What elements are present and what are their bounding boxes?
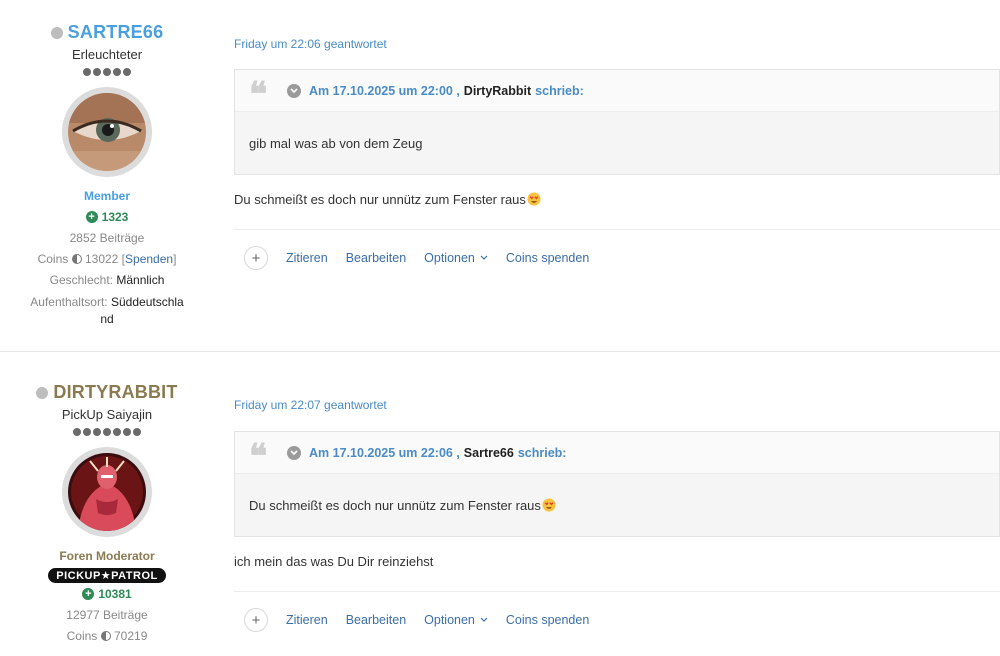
- username-text[interactable]: SARTRE66: [68, 22, 164, 43]
- edit-button[interactable]: Bearbeiten: [346, 251, 406, 265]
- user-role: Member: [83, 189, 130, 203]
- avatar[interactable]: [62, 447, 152, 537]
- username-text[interactable]: DIRTYRABBIT: [53, 382, 177, 403]
- quote-block: ❝ Am 17.10.2025 um 22:06 , Sartre66 schr…: [234, 431, 1000, 537]
- reputation-points: + 1323: [0, 210, 214, 224]
- gender-stat: Geschlecht: Männlich: [49, 273, 165, 287]
- coins-stat: Coins 13022 [Spenden]: [37, 252, 177, 266]
- quote-says: schrieb:: [535, 83, 584, 98]
- quote-icon: ❝: [249, 77, 268, 104]
- post-count[interactable]: 12977 Beiträge: [0, 608, 214, 622]
- post-message: Du schmeißt es doch nur unnütz zum Fenst…: [234, 192, 1000, 230]
- options-menu[interactable]: Optionen: [424, 613, 488, 627]
- post-message: ich mein das was Du Dir reinziehst: [234, 554, 1000, 592]
- post-timestamp[interactable]: Friday um 22:06 geantwortet: [234, 37, 1000, 51]
- donate-coins-button[interactable]: Coins spenden: [506, 251, 589, 265]
- coins-stat: Coins 70219: [66, 629, 148, 643]
- quote-author[interactable]: Sartre66: [464, 446, 514, 460]
- post: DIRTYRABBIT PickUp Saiyajin Foren Modera…: [0, 352, 1000, 656]
- coin-icon: [71, 254, 82, 264]
- chevron-down-icon[interactable]: [287, 445, 301, 460]
- reputation-points: + 10381: [0, 587, 214, 601]
- plus-icon: +: [82, 588, 95, 600]
- post: SARTRE66 Erleuchteter Member + 1323 2852…: [0, 0, 1000, 352]
- heart-eyes-emoji-icon: [542, 498, 556, 512]
- chevron-down-icon: [480, 255, 488, 260]
- offline-status-icon: [36, 386, 49, 399]
- quote-header: ❝ Am 17.10.2025 um 22:06 , Sartre66 schr…: [235, 432, 999, 474]
- rank-pips: [0, 68, 214, 76]
- quote-says: schrieb:: [517, 445, 567, 460]
- post-actions: + Zitieren Bearbeiten Optionen Coins spe…: [234, 245, 1000, 271]
- username[interactable]: DIRTYRABBIT: [0, 382, 214, 403]
- offline-status-icon: [50, 26, 63, 39]
- avatar[interactable]: [62, 87, 152, 177]
- plus-icon[interactable]: +: [244, 246, 268, 270]
- chevron-down-icon[interactable]: [287, 83, 301, 98]
- quote-date[interactable]: Am 17.10.2025 um 22:00 ,: [309, 84, 460, 98]
- author-panel: DIRTYRABBIT PickUp Saiyajin Foren Modera…: [0, 382, 214, 643]
- author-panel: SARTRE66 Erleuchteter Member + 1323 2852…: [0, 22, 214, 328]
- username[interactable]: SARTRE66: [0, 22, 214, 43]
- quote-author[interactable]: DirtyRabbit: [464, 84, 531, 98]
- post-count[interactable]: 2852 Beiträge: [0, 231, 214, 245]
- quote-button[interactable]: Zitieren: [286, 251, 328, 265]
- quote-text: gib mal was ab von dem Zeug: [235, 112, 999, 174]
- warrior-avatar-image: [68, 453, 146, 531]
- donate-coins-button[interactable]: Coins spenden: [506, 613, 589, 627]
- donate-link[interactable]: Spenden: [125, 252, 173, 266]
- options-menu[interactable]: Optionen: [424, 251, 488, 265]
- user-role: Foren Moderator: [59, 549, 155, 563]
- location-stat: Aufenthaltsort: Süddeutschla nd: [30, 295, 184, 326]
- coin-icon: [100, 631, 111, 641]
- chevron-down-icon: [480, 617, 488, 622]
- quote-block: ❝ Am 17.10.2025 um 22:00 , DirtyRabbit s…: [234, 69, 1000, 175]
- quote-button[interactable]: Zitieren: [286, 613, 328, 627]
- rank-title: Erleuchteter: [71, 47, 143, 62]
- quote-date[interactable]: Am 17.10.2025 um 22:06 ,: [309, 446, 460, 460]
- post-timestamp[interactable]: Friday um 22:07 geantwortet: [234, 398, 1000, 412]
- plus-icon: +: [85, 211, 98, 223]
- plus-icon[interactable]: +: [244, 608, 268, 632]
- edit-button[interactable]: Bearbeiten: [346, 613, 406, 627]
- post-content: Friday um 22:07 geantwortet ❝ Am 17.10.2…: [234, 398, 1000, 633]
- quote-text: Du schmeißt es doch nur unnütz zum Fenst…: [235, 474, 999, 536]
- quote-icon: ❝: [249, 439, 268, 466]
- heart-eyes-emoji-icon: [527, 192, 541, 206]
- rank-title: PickUp Saiyajin: [61, 407, 153, 422]
- eye-avatar-image: [68, 93, 146, 171]
- quote-header: ❝ Am 17.10.2025 um 22:00 , DirtyRabbit s…: [235, 70, 999, 112]
- pickup-patrol-badge: PICKUP★PATROL: [48, 568, 166, 583]
- post-actions: + Zitieren Bearbeiten Optionen Coins spe…: [234, 607, 1000, 633]
- rank-pips: [0, 428, 214, 436]
- post-content: Friday um 22:06 geantwortet ❝ Am 17.10.2…: [234, 37, 1000, 271]
